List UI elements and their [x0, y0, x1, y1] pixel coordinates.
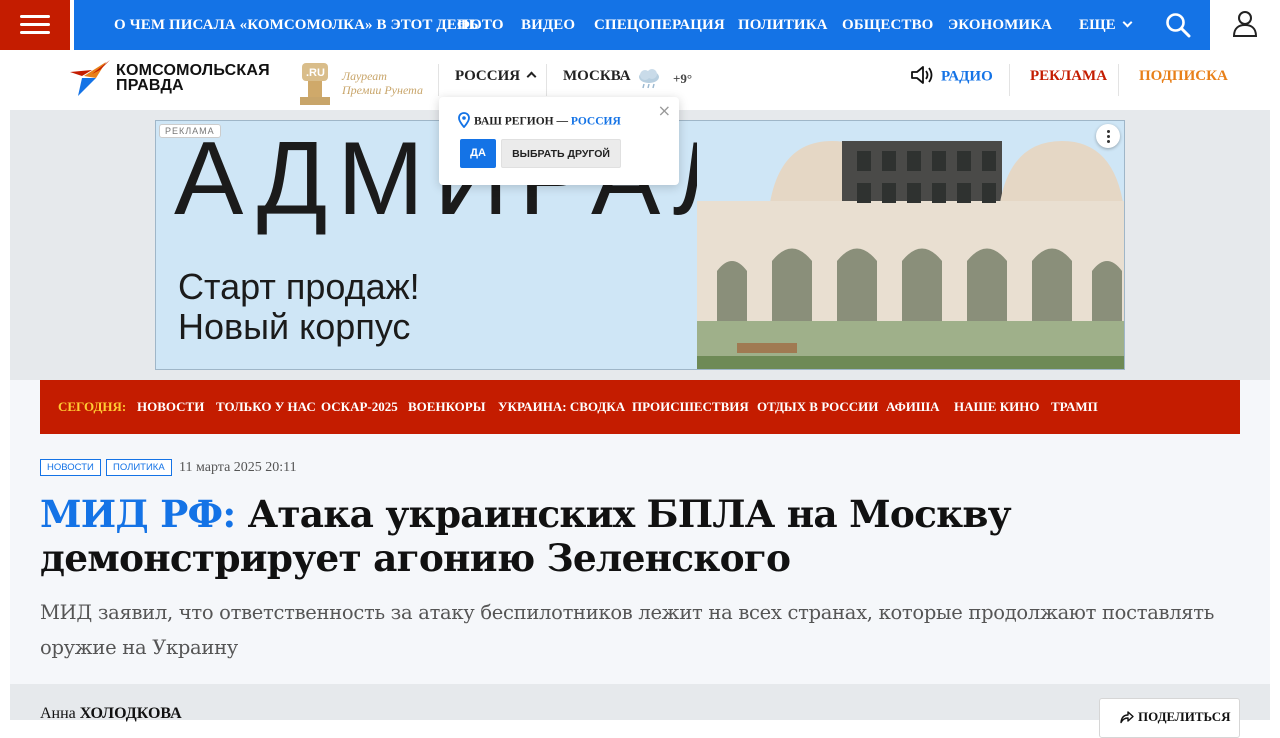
temperature: +9°: [673, 71, 693, 86]
award-line-2: Премии Рунета: [342, 83, 423, 97]
nav-item-economy[interactable]: ЭКОНОМИКА: [948, 0, 1052, 50]
share-label: ПОДЕЛИТЬСЯ: [1138, 709, 1231, 724]
menu-icon-line: [20, 23, 50, 26]
divider: [438, 64, 439, 96]
region-popup: × ВАШ РЕГИОН — РОССИЯ ДА ВЫБРАТЬ ДРУГОЙ: [439, 97, 679, 185]
nav-item-video[interactable]: ВИДЕО: [521, 0, 575, 50]
award-line-1: Лауреат: [342, 69, 387, 83]
nav-item-politics[interactable]: ПОЛИТИКА: [738, 0, 828, 50]
article-date: 11 марта 2025 20:11: [179, 460, 297, 475]
article-headline: МИД РФ: Атака украинских БПЛА на Москву …: [40, 492, 1240, 580]
today-link[interactable]: УКРАИНА: СВОДКА: [498, 399, 625, 415]
chevron-down-icon: [1122, 17, 1133, 28]
author-last-name: ХОЛОДКОВА: [79, 705, 182, 722]
nav-item-society[interactable]: ОБЩЕСТВО: [842, 0, 933, 50]
article-lead: МИД заявил, что ответственность за атаку…: [40, 601, 1215, 659]
today-link[interactable]: ПРОИСШЕСТВИЯ: [632, 399, 749, 415]
region-question-text: ВАШ РЕГИОН —: [474, 115, 568, 128]
logo-wordmark: КОМСОМОЛЬСКАЯ ПРАВДА: [116, 62, 270, 94]
award-text: Лауреат Премии Рунета: [342, 69, 423, 97]
region-question: ВАШ РЕГИОН — РОССИЯ: [458, 112, 621, 130]
dot: [1106, 130, 1110, 133]
site-logo[interactable]: КОМСОМОЛЬСКАЯ ПРАВДА: [70, 60, 280, 100]
speaker-icon: [911, 66, 933, 84]
svg-text:.RU: .RU: [306, 67, 325, 79]
menu-icon-line: [20, 31, 50, 34]
award-trophy-icon: .RU: [300, 63, 330, 105]
region-yes-button[interactable]: ДА: [460, 139, 496, 168]
top-bar: О ЧЕМ ПИСАЛА «КОМСОМОЛКА» В ЭТОТ ДЕНЬ ФО…: [0, 0, 1280, 50]
today-bar: СЕГОДНЯ: НОВОСТИ ТОЛЬКО У НАС ОСКАР-2025…: [40, 380, 1240, 434]
subscribe-link[interactable]: ПОДПИСКА: [1139, 68, 1228, 85]
more-options-icon[interactable]: [1096, 124, 1120, 148]
share-content: ПОДЕЛИТЬСЯ: [1120, 709, 1231, 725]
author-bar: [10, 684, 1270, 720]
dot: [1106, 140, 1110, 143]
today-link[interactable]: НОВОСТИ: [137, 399, 204, 415]
region-choose-other-button[interactable]: ВЫБРАТЬ ДРУГОЙ: [501, 139, 621, 168]
ad-slogan-line-2: Новый корпус: [178, 306, 411, 347]
search-icon[interactable]: [1165, 12, 1191, 38]
nav-item-photo[interactable]: ФОТО: [457, 0, 504, 50]
author-name[interactable]: Анна ХОЛОДКОВА: [40, 705, 182, 723]
chevron-up-icon: [526, 71, 537, 82]
logo-line-1: КОМСОМОЛЬСКАЯ: [116, 62, 270, 79]
award-badge[interactable]: .RU Лауреат Премии Рунета: [294, 55, 434, 107]
menu-button[interactable]: [0, 0, 70, 50]
radio-link[interactable]: РАДИО: [911, 66, 993, 86]
region-name: РОССИЯ: [570, 115, 621, 128]
radio-label: РАДИО: [941, 68, 993, 85]
advertising-link[interactable]: РЕКЛАМА: [1030, 68, 1107, 85]
today-link[interactable]: ОСКАР-2025: [321, 399, 398, 415]
share-button[interactable]: ПОДЕЛИТЬСЯ: [1099, 698, 1240, 738]
today-link[interactable]: ТРАМП: [1051, 399, 1098, 415]
city-label[interactable]: МОСКВА: [563, 68, 631, 85]
nav-item-special-operation[interactable]: СПЕЦОПЕРАЦИЯ: [594, 0, 725, 50]
divider: [1009, 64, 1010, 96]
nav-more-button[interactable]: ЕЩЕ: [1079, 0, 1133, 50]
today-link[interactable]: ОТДЫХ В РОССИИ: [757, 399, 878, 415]
region-label: РОССИЯ: [455, 68, 521, 84]
location-pin-icon: [458, 112, 470, 128]
today-link[interactable]: ТОЛЬКО У НАС: [216, 399, 316, 415]
tag-politics[interactable]: ПОЛИТИКА: [106, 459, 172, 476]
nav-more-label: ЕЩЕ: [1079, 17, 1116, 33]
logo-bird-icon: [70, 60, 110, 96]
nav-item-this-day[interactable]: О ЧЕМ ПИСАЛА «КОМСОМОЛКА» В ЭТОТ ДЕНЬ: [114, 0, 479, 50]
logo-line-2: ПРАВДА: [116, 77, 184, 94]
share-icon: [1120, 711, 1134, 724]
divider: [1118, 64, 1119, 96]
dot: [1106, 135, 1110, 138]
user-icon[interactable]: [1232, 10, 1258, 38]
today-link[interactable]: АФИША: [886, 399, 940, 415]
ad-building-image: [697, 121, 1124, 369]
ad-slogan: Старт продаж! Новый корпус: [178, 267, 420, 347]
close-icon[interactable]: ×: [658, 101, 671, 120]
weather-icon: [639, 69, 659, 89]
today-label: СЕГОДНЯ:: [58, 399, 127, 414]
author-first-name: Анна: [40, 705, 76, 722]
headline-prefix: МИД РФ:: [40, 492, 236, 536]
today-link[interactable]: ВОЕНКОРЫ: [408, 399, 486, 415]
tag-news[interactable]: НОВОСТИ: [40, 459, 101, 476]
divider: [546, 64, 547, 96]
region-selector[interactable]: РОССИЯ: [455, 68, 537, 85]
menu-icon-line: [20, 15, 50, 18]
today-link[interactable]: НАШЕ КИНО: [954, 399, 1039, 415]
ad-slogan-line-1: Старт продаж!: [178, 266, 420, 307]
